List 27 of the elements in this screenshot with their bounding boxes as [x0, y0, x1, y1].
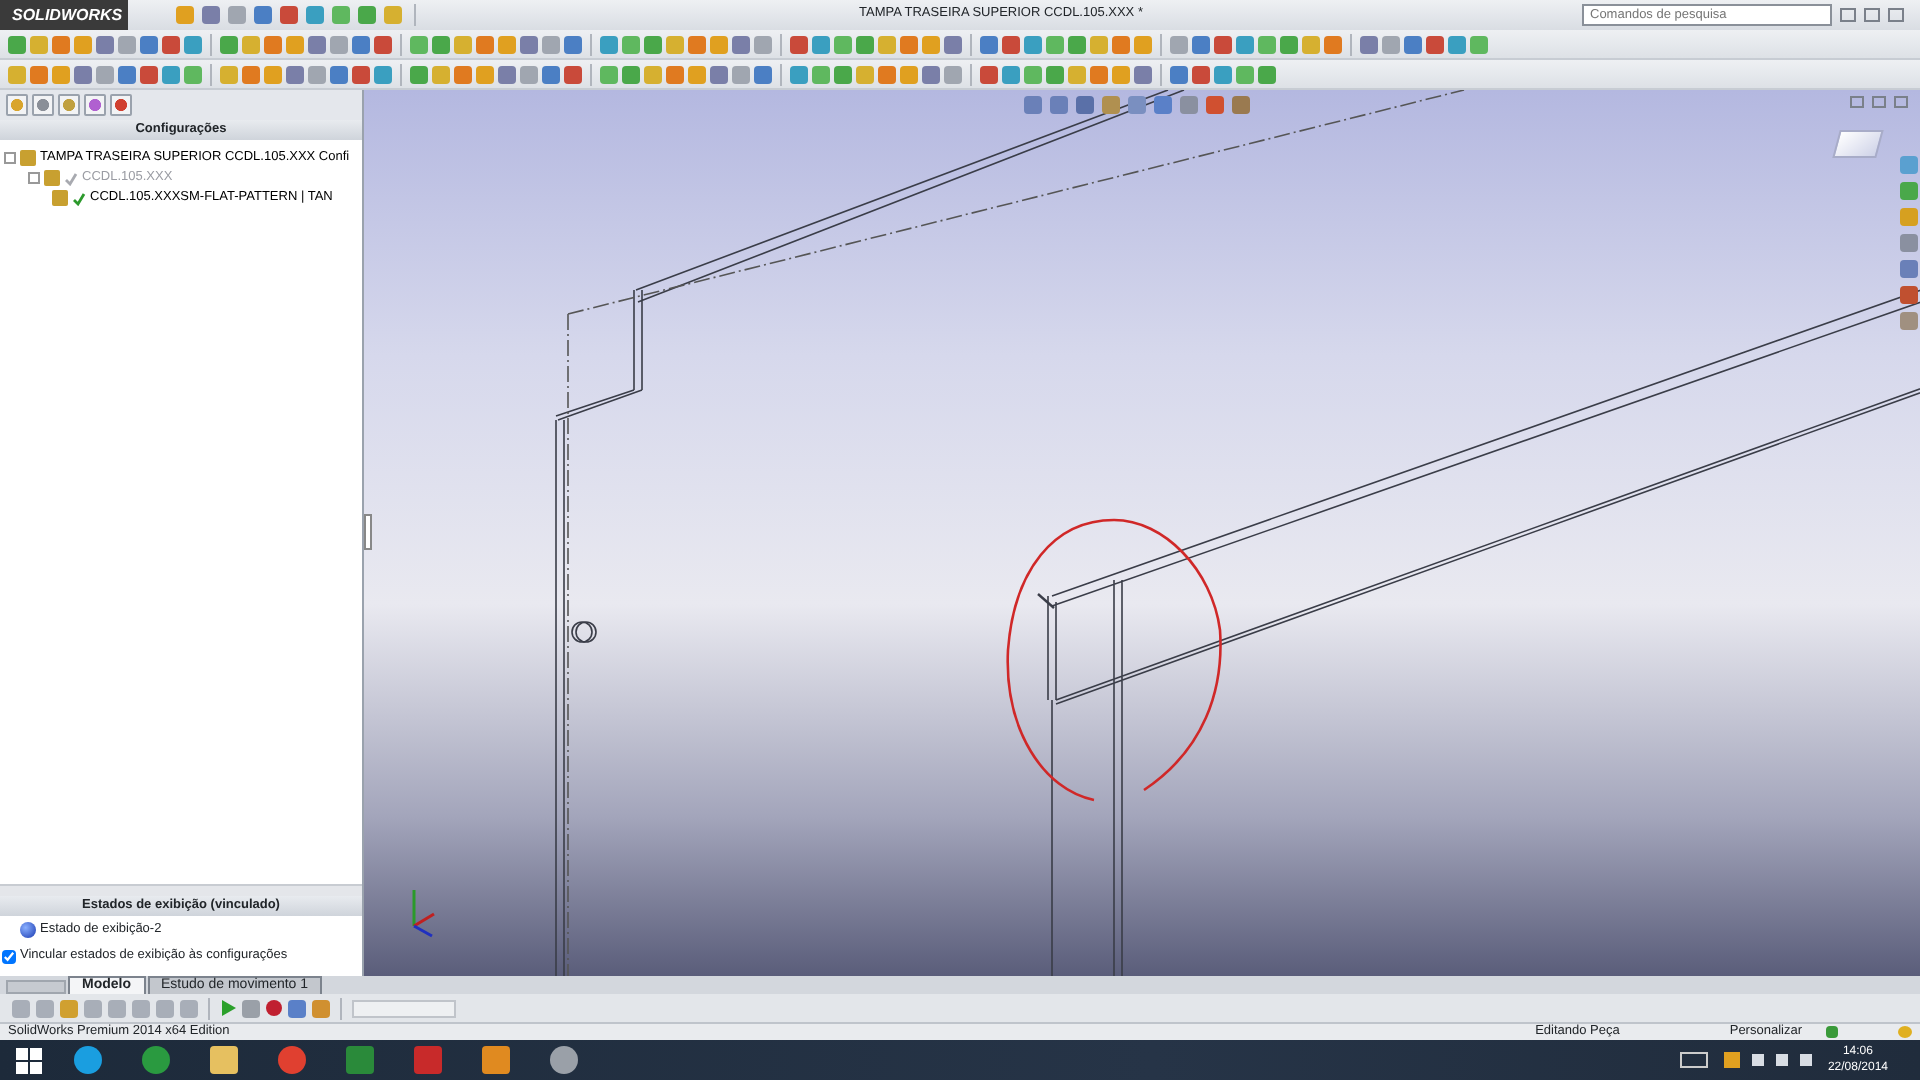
close-button[interactable]	[1894, 96, 1908, 108]
panel-tab-icon[interactable]	[6, 94, 28, 116]
tray-icon[interactable]	[1723, 1052, 1740, 1068]
app-logo: SOLIDWORKS	[0, 0, 128, 30]
minimize-button[interactable]	[1850, 96, 1864, 108]
stop-icon[interactable]	[242, 999, 260, 1017]
minimize-button[interactable]	[1840, 8, 1856, 22]
tab-scroll-control[interactable]	[6, 980, 66, 994]
restore-button[interactable]	[1872, 96, 1886, 108]
sphere-icon	[20, 921, 36, 937]
panel-collapse-handle[interactable]	[364, 514, 372, 550]
play-icon[interactable]	[220, 1000, 236, 1016]
panel-tab-icon[interactable]	[84, 94, 106, 116]
horizontal-scrollbar[interactable]	[0, 884, 362, 896]
axis-triad-icon	[412, 890, 435, 938]
record-icon[interactable]	[266, 1000, 282, 1016]
restore-button[interactable]	[1864, 8, 1880, 22]
panel-tab-icon[interactable]	[110, 94, 132, 116]
close-button[interactable]	[1888, 8, 1904, 22]
panel-tab-icon[interactable]	[32, 94, 54, 116]
expander-icon[interactable]	[4, 152, 16, 164]
expander-icon[interactable]	[28, 172, 40, 184]
dropdown-field[interactable]	[352, 999, 456, 1017]
view-cube-icon	[1832, 130, 1884, 158]
start-button[interactable]	[16, 1047, 42, 1073]
checkbox[interactable]	[2, 949, 16, 963]
panel-tab-icon[interactable]	[58, 94, 80, 116]
